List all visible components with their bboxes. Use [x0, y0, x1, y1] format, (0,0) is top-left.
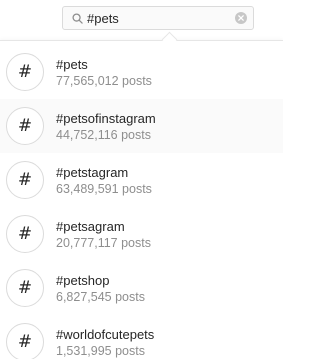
post-count: 20,777,117 posts — [56, 236, 151, 250]
search-result-item[interactable]: # #petstagram 63,489,591 posts — [0, 153, 283, 207]
hashtag-icon: # — [6, 161, 44, 199]
search-input[interactable] — [87, 9, 227, 27]
clear-icon[interactable] — [235, 12, 247, 24]
post-count: 77,565,012 posts — [56, 74, 152, 88]
search-bar — [0, 0, 283, 40]
hashtag-icon: # — [6, 269, 44, 307]
search-box[interactable] — [62, 6, 254, 30]
hashtag-icon: # — [6, 53, 44, 91]
search-icon — [72, 13, 83, 24]
hashtag-name: #petsofinstagram — [56, 111, 156, 126]
search-result-item[interactable]: # #petshop 6,827,545 posts — [0, 261, 283, 315]
search-result-item[interactable]: # #pets 77,565,012 posts — [0, 45, 283, 99]
search-result-item[interactable]: # #worldofcutepets 1,531,995 posts — [0, 315, 283, 359]
app-window: # #pets 77,565,012 posts # #petsofinstag… — [0, 0, 283, 359]
search-results-dropdown: # #pets 77,565,012 posts # #petsofinstag… — [0, 40, 283, 359]
search-result-item[interactable]: # #petsofinstagram 44,752,116 posts — [0, 99, 283, 153]
hashtag-icon: # — [6, 215, 44, 253]
hashtag-icon: # — [6, 107, 44, 145]
post-count: 1,531,995 posts — [56, 344, 145, 358]
hashtag-name: #worldofcutepets — [56, 327, 155, 342]
search-result-item[interactable]: # #petsagram 20,777,117 posts — [0, 207, 283, 261]
post-count: 6,827,545 posts — [56, 290, 145, 304]
hashtag-name: #pets — [56, 57, 88, 72]
hashtag-name: #petsagram — [56, 219, 125, 234]
hashtag-name: #petstagram — [56, 165, 129, 180]
hashtag-icon: # — [6, 323, 44, 359]
post-count: 63,489,591 posts — [56, 182, 152, 196]
hashtag-name: #petshop — [56, 273, 110, 288]
post-count: 44,752,116 posts — [56, 128, 151, 142]
